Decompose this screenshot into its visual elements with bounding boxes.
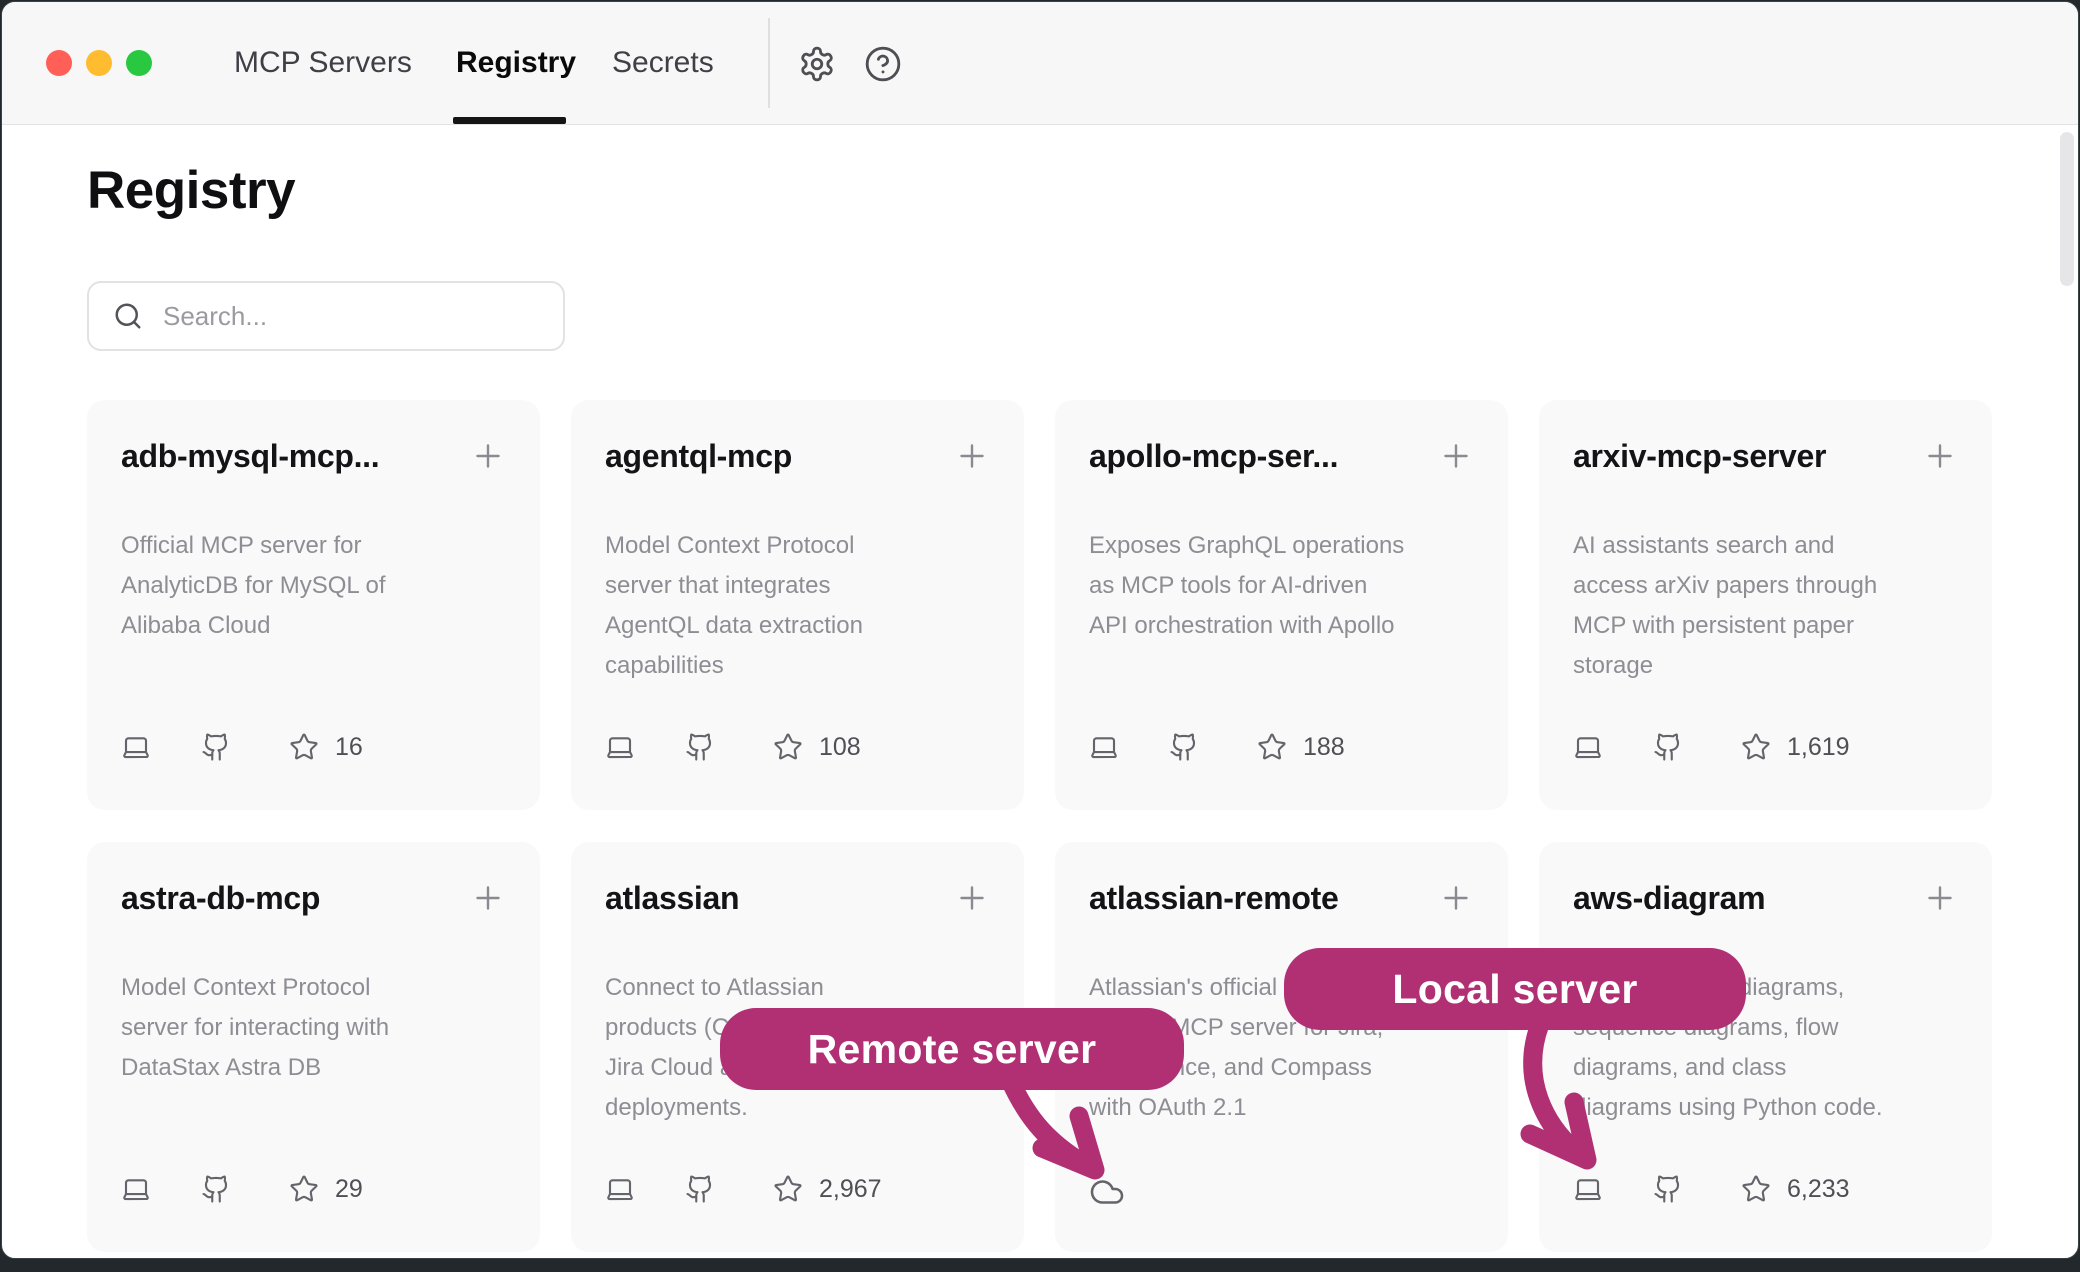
server-card-footer: 29 <box>121 1174 506 1204</box>
github-icon <box>201 1174 231 1204</box>
plus-icon <box>954 880 990 916</box>
star-icon <box>1257 732 1287 762</box>
add-server-button[interactable] <box>1438 880 1474 916</box>
active-tab-indicator <box>453 117 566 124</box>
laptop-icon <box>1089 732 1119 762</box>
tab-secrets-label: Secrets <box>612 46 714 80</box>
server-description: Model Context Protocolserver for interac… <box>121 968 506 1088</box>
github-icon <box>1169 732 1199 762</box>
search-input[interactable] <box>161 300 563 333</box>
server-card-footer: 1,619 <box>1573 732 1958 762</box>
page-title: Registry <box>87 160 295 221</box>
help-button[interactable] <box>864 44 904 84</box>
github-icon <box>1653 1174 1683 1204</box>
star-icon <box>289 1174 319 1204</box>
cloud-icon <box>1089 1174 1125 1210</box>
remote-server-callout-label: Remote server <box>808 1026 1097 1073</box>
server-card-footer <box>1089 1174 1474 1204</box>
star-icon <box>773 732 803 762</box>
titlebar: MCP Servers Registry Secrets <box>2 2 2078 125</box>
server-card-footer: 108 <box>605 732 990 762</box>
laptop-icon <box>1573 732 1603 762</box>
star-count: 188 <box>1303 733 1345 762</box>
star-count: 2,967 <box>819 1175 882 1204</box>
plus-icon <box>1922 438 1958 474</box>
add-server-button[interactable] <box>470 880 506 916</box>
github-icon <box>201 732 231 762</box>
server-card-footer: 6,233 <box>1573 1174 1958 1204</box>
server-name: astra-db-mcp <box>121 878 320 918</box>
remote-server-callout: Remote server <box>720 1008 1184 1090</box>
add-server-button[interactable] <box>1922 438 1958 474</box>
help-icon <box>864 45 904 83</box>
laptop-icon <box>605 1174 635 1204</box>
laptop-icon <box>1573 1174 1603 1204</box>
gear-icon <box>798 45 838 83</box>
scrollbar[interactable] <box>2060 132 2074 286</box>
server-name: adb-mysql-mcp... <box>121 436 379 476</box>
tab-registry-label: Registry <box>456 46 576 80</box>
plus-icon <box>1438 438 1474 474</box>
star-count: 108 <box>819 733 861 762</box>
local-server-callout: Local server <box>1284 948 1746 1030</box>
tab-registry[interactable]: Registry <box>456 2 576 124</box>
server-name: arxiv-mcp-server <box>1573 436 1826 476</box>
server-card[interactable]: agentql-mcp Model Context Protocolserver… <box>571 400 1024 810</box>
zoom-button[interactable] <box>126 50 152 76</box>
server-name: atlassian <box>605 878 739 918</box>
app-window: MCP Servers Registry Secrets <box>1 1 2079 1259</box>
tab-mcp-servers[interactable]: MCP Servers <box>234 2 412 124</box>
plus-icon <box>470 880 506 916</box>
add-server-button[interactable] <box>1922 880 1958 916</box>
server-card-footer: 16 <box>121 732 506 762</box>
server-card-footer: 2,967 <box>605 1174 990 1204</box>
star-count: 29 <box>335 1175 363 1204</box>
server-card[interactable]: arxiv-mcp-server AI assistants search an… <box>1539 400 1992 810</box>
github-icon <box>685 1174 715 1204</box>
settings-button[interactable] <box>798 44 838 84</box>
github-icon <box>1653 732 1683 762</box>
star-count: 1,619 <box>1787 733 1850 762</box>
server-card[interactable]: apollo-mcp-ser... Exposes GraphQL operat… <box>1055 400 1508 810</box>
titlebar-divider <box>768 18 770 108</box>
laptop-icon <box>121 732 151 762</box>
server-description: AI assistants search andaccess arXiv pap… <box>1573 526 1958 686</box>
local-server-callout-label: Local server <box>1392 966 1637 1013</box>
star-count: 16 <box>335 733 363 762</box>
laptop-icon <box>605 732 635 762</box>
server-card-footer: 188 <box>1089 732 1474 762</box>
server-card[interactable]: adb-mysql-mcp... Official MCP server for… <box>87 400 540 810</box>
server-description: Exposes GraphQL operationsas MCP tools f… <box>1089 526 1474 646</box>
server-card-grid: adb-mysql-mcp... Official MCP server for… <box>87 400 1992 1252</box>
add-server-button[interactable] <box>1438 438 1474 474</box>
close-button[interactable] <box>46 50 72 76</box>
add-server-button[interactable] <box>470 438 506 474</box>
server-name: atlassian-remote <box>1089 878 1339 918</box>
plus-icon <box>954 438 990 474</box>
plus-icon <box>1922 880 1958 916</box>
minimize-button[interactable] <box>86 50 112 76</box>
server-name: aws-diagram <box>1573 878 1765 918</box>
server-description: Official MCP server forAnalyticDB for My… <box>121 526 506 646</box>
star-icon <box>289 732 319 762</box>
github-icon <box>685 732 715 762</box>
server-card[interactable]: aws-diagram Generate AWS diagrams,sequen… <box>1539 842 1992 1252</box>
laptop-icon <box>121 1174 151 1204</box>
plus-icon <box>1438 880 1474 916</box>
search-icon <box>113 301 143 331</box>
plus-icon <box>470 438 506 474</box>
tab-secrets[interactable]: Secrets <box>612 2 714 124</box>
star-icon <box>1741 1174 1771 1204</box>
star-icon <box>1741 732 1771 762</box>
star-icon <box>773 1174 803 1204</box>
star-count: 6,233 <box>1787 1175 1850 1204</box>
search-box <box>87 281 565 351</box>
server-description: Model Context Protocolserver that integr… <box>605 526 990 686</box>
server-card[interactable]: astra-db-mcp Model Context Protocolserve… <box>87 842 540 1252</box>
tab-mcp-servers-label: MCP Servers <box>234 46 412 80</box>
server-name: apollo-mcp-ser... <box>1089 436 1338 476</box>
add-server-button[interactable] <box>954 438 990 474</box>
add-server-button[interactable] <box>954 880 990 916</box>
server-name: agentql-mcp <box>605 436 792 476</box>
